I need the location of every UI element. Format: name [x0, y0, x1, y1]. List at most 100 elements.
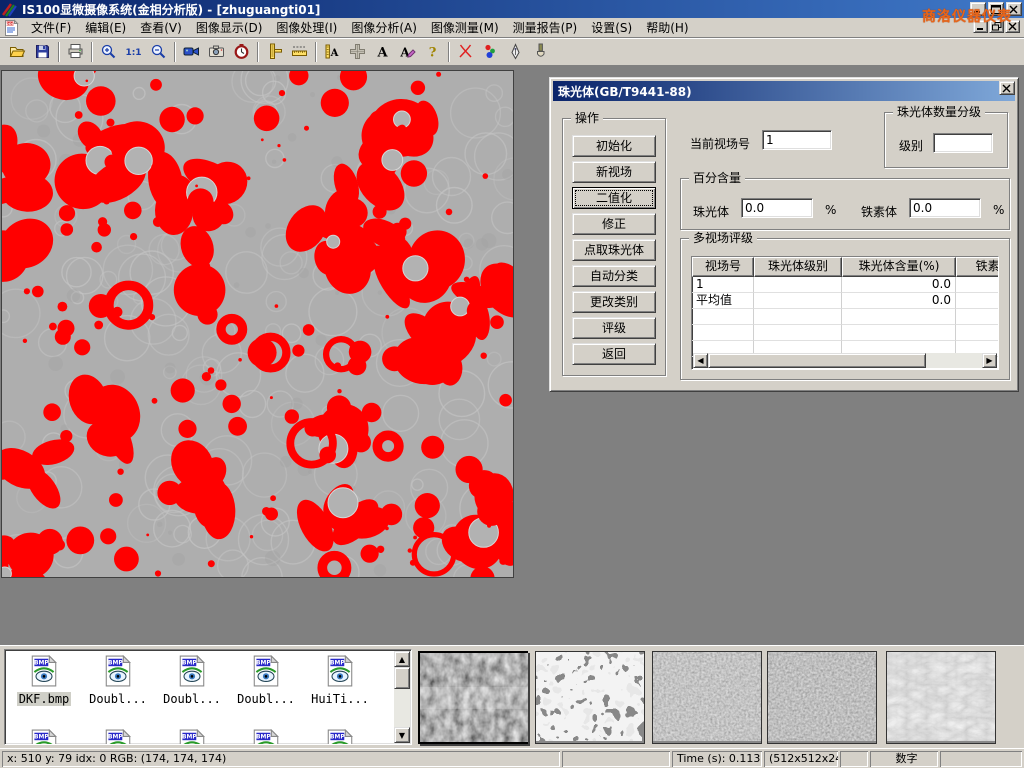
file-list-scrollbar[interactable]: ▲ ▼	[394, 651, 410, 743]
video-camera-icon[interactable]	[179, 40, 204, 64]
dialog-close-icon[interactable]	[999, 81, 1015, 95]
file-list[interactable]: BMPDKF.bmpBMPDoubl...BMPDoubl...BMPDoubl…	[4, 649, 412, 745]
scrollbar-thumb[interactable]	[394, 667, 410, 689]
op-button-2[interactable]: 新视场	[572, 161, 656, 183]
table-cell	[754, 309, 842, 325]
menu-item[interactable]: 文件(F)	[24, 17, 78, 38]
sample-thumbnail[interactable]	[535, 651, 645, 744]
multi-field-table[interactable]: 视场号珠光体级别珠光体含量(%)铁素体含量(%) 10.0平均值0.0 ◀ ▶	[691, 256, 999, 370]
pearlite-input[interactable]	[741, 198, 813, 218]
scroll-right-icon[interactable]: ▶	[982, 353, 997, 368]
op-button-5[interactable]: 点取珠光体	[572, 239, 656, 261]
menu-item[interactable]: 帮助(H)	[639, 17, 695, 38]
file-item-partial[interactable]: BMP	[7, 726, 81, 744]
sample-thumbnail[interactable]	[767, 651, 877, 744]
table-col-header[interactable]: 珠光体级别	[754, 257, 842, 277]
timer-icon[interactable]	[229, 40, 254, 64]
zoom-in-icon[interactable]	[96, 40, 121, 64]
file-item-partial[interactable]: BMP	[229, 726, 303, 744]
micrograph-view[interactable]	[1, 70, 514, 578]
status-empty-panel	[562, 751, 670, 767]
scroll-up-icon[interactable]: ▲	[394, 651, 410, 667]
ruler-icon[interactable]	[287, 40, 312, 64]
photo-camera-icon[interactable]	[204, 40, 229, 64]
svg-text:BMP: BMP	[330, 735, 345, 741]
sample-thumbnail[interactable]	[886, 651, 996, 744]
table-cell: 0.0	[842, 277, 956, 293]
menu-item[interactable]: 图像测量(M)	[424, 17, 506, 38]
menu-bar: DOC 文件(F)编辑(E)查看(V)图像显示(D)图像处理(I)图像分析(A)…	[0, 18, 1024, 38]
file-label: DKF.bmp	[17, 692, 72, 706]
sample-thumbnail[interactable]	[652, 651, 762, 744]
op-button-4[interactable]: 修正	[572, 213, 656, 235]
menu-item[interactable]: 图像显示(D)	[189, 17, 270, 38]
op-button-3[interactable]: 二值化	[572, 187, 656, 209]
table-row[interactable]: 平均值0.0	[692, 293, 998, 309]
scroll-left-icon[interactable]: ◀	[693, 353, 708, 368]
menu-item[interactable]: 编辑(E)	[78, 17, 133, 38]
file-item[interactable]: BMPDoubl...	[81, 652, 155, 726]
table-row[interactable]	[692, 309, 998, 325]
table-row[interactable]: 10.0	[692, 277, 998, 293]
sample-thumbnail[interactable]	[418, 651, 528, 744]
menu-item[interactable]: 图像处理(I)	[269, 17, 344, 38]
menu-item[interactable]: 查看(V)	[133, 17, 189, 38]
zoom-out-icon[interactable]	[146, 40, 171, 64]
phase-balls-icon[interactable]	[478, 40, 503, 64]
file-item[interactable]: BMPDoubl...	[229, 652, 303, 726]
file-item-partial[interactable]: BMP	[155, 726, 229, 744]
toolbar-separator	[448, 42, 450, 62]
actual-size-icon[interactable]: 1:1	[121, 40, 146, 64]
grade-label: 级别	[899, 137, 923, 154]
grade-group-label: 珠光体数量分级	[893, 105, 985, 119]
grid-tool-icon[interactable]	[345, 40, 370, 64]
op-button-1[interactable]: 初始化	[572, 135, 656, 157]
scrollbar-thumb[interactable]	[708, 353, 926, 368]
table-body: 10.0平均值0.0	[692, 277, 998, 357]
file-item-partial[interactable]: BMP	[303, 726, 377, 744]
toolbar-separator	[174, 42, 176, 62]
status-empty-panel	[940, 751, 1022, 767]
menu-item[interactable]: 设置(S)	[584, 17, 639, 38]
annotate-icon[interactable]: A	[395, 40, 420, 64]
file-item[interactable]: BMPDoubl...	[155, 652, 229, 726]
open-icon[interactable]	[5, 40, 30, 64]
save-icon[interactable]	[30, 40, 55, 64]
file-item-partial[interactable]: BMP	[81, 726, 155, 744]
brush-icon[interactable]	[528, 40, 553, 64]
op-button-9[interactable]: 返回	[572, 343, 656, 365]
toolbar-separator	[58, 42, 60, 62]
ferrite-input[interactable]	[909, 198, 981, 218]
text-icon[interactable]: A	[370, 40, 395, 64]
grade-input[interactable]	[933, 133, 993, 153]
op-button-7[interactable]: 更改类别	[572, 291, 656, 313]
table-col-header[interactable]: 珠光体含量(%)	[842, 257, 956, 277]
bmp-file-icon: BMP	[178, 729, 206, 744]
file-item[interactable]: BMPHuiTi...	[303, 652, 377, 726]
svg-text:1:1: 1:1	[125, 48, 141, 58]
dialog-title-bar[interactable]: 珠光体(GB/T9441-88)	[553, 81, 1015, 101]
table-row[interactable]	[692, 325, 998, 341]
caliper-icon[interactable]	[262, 40, 287, 64]
toolbar: 1:1AAA?	[0, 38, 1024, 66]
table-cell	[842, 325, 956, 341]
pen-icon[interactable]	[503, 40, 528, 64]
op-button-8[interactable]: 评级	[572, 317, 656, 339]
menu-item[interactable]: 测量报告(P)	[506, 17, 585, 38]
file-item[interactable]: BMPDKF.bmp	[7, 652, 81, 726]
op-button-6[interactable]: 自动分类	[572, 265, 656, 287]
table-cell	[956, 277, 999, 293]
table-col-header[interactable]: 铁素体含量(%)	[956, 257, 999, 277]
curve-tool-icon[interactable]	[453, 40, 478, 64]
ferrite-unit: %	[993, 203, 1004, 217]
measure-text-icon[interactable]: A	[320, 40, 345, 64]
scroll-down-icon[interactable]: ▼	[394, 727, 410, 743]
current-field-input[interactable]	[762, 130, 832, 150]
table-horizontal-scrollbar[interactable]: ◀ ▶	[693, 353, 997, 368]
document-icon[interactable]: DOC	[3, 19, 20, 36]
table-col-header[interactable]: 视场号	[692, 257, 754, 277]
menu-item[interactable]: 图像分析(A)	[344, 17, 424, 38]
help-icon[interactable]: ?	[420, 40, 445, 64]
print-icon[interactable]	[63, 40, 88, 64]
svg-text:BMP: BMP	[256, 661, 271, 667]
